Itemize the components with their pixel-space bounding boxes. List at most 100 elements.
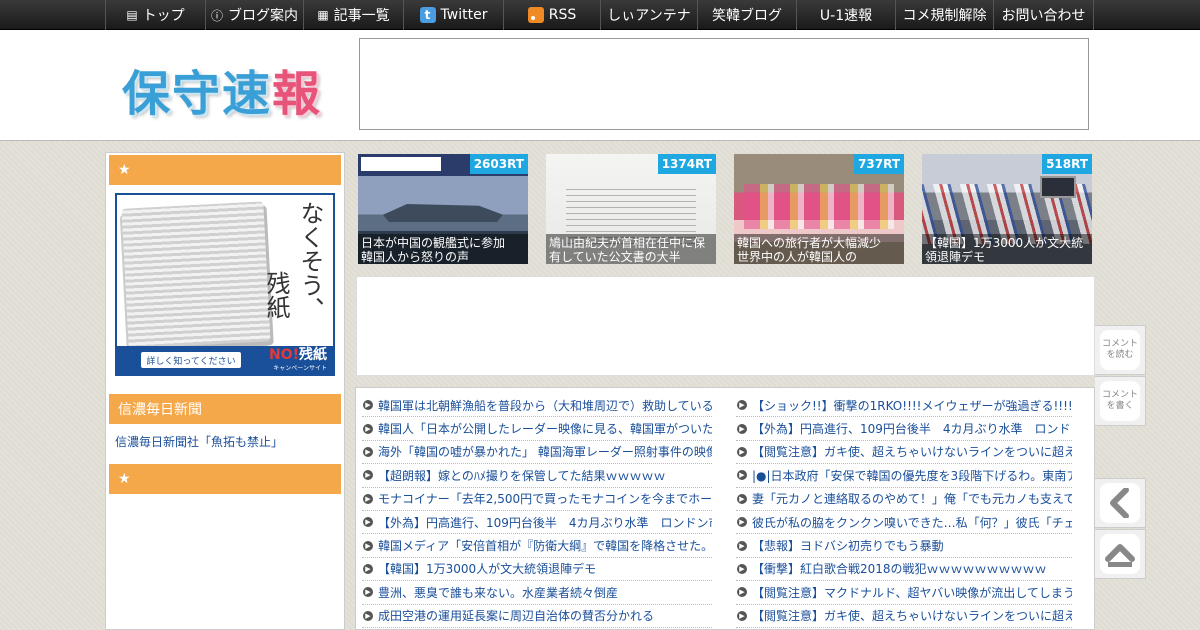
back-button[interactable]: [1095, 478, 1146, 528]
article-title: 【閲覧注意】マクドナルド、超ヤバい映像が流出してしまう・: [752, 585, 1072, 600]
nav-item-label: しぃアンテナ: [607, 8, 691, 24]
article-link[interactable]: ▶ 【ショック!!】衝撃の1RKO!!!!メイウェザーが強過ぎる!!!!!: [736, 394, 1072, 418]
list-icon: ▦: [317, 8, 329, 22]
banner-no-prefix: NO!: [268, 347, 299, 363]
sidebar-heading-star: ★: [109, 155, 341, 185]
article-title: 彼氏が私の脇をクンクン嗅いできた…私「何？」彼氏「チェッ: [752, 515, 1072, 530]
retweet-count-badge: 518RT: [1042, 154, 1092, 174]
site-header: 保守速報: [0, 30, 1200, 141]
article-link[interactable]: ▶ 【外為】円高進行、109円台後半 4カ月ぶり水準 ロンドン市: [736, 417, 1072, 441]
article-title: 【超朗報】嫁とのﾊﾒ撮りを保管してた結果ｗｗｗｗｗ: [378, 468, 666, 483]
logo-text-accent: 報: [272, 66, 323, 122]
ranking-card[interactable]: 737RT 韓国への旅行者が大幅減少 世界中の人が韓国人の: [734, 154, 904, 264]
article-title: 韓国軍は北朝鮮漁船を普段から（大和堆周辺で）救助している: [378, 398, 712, 413]
banner-cta-button[interactable]: 詳しく知ってください: [141, 352, 241, 368]
bullet-arrow-icon: ▶: [737, 540, 747, 551]
ranking-caption: 韓国への旅行者が大幅減少 世界中の人が韓国人の: [734, 234, 904, 264]
article-link[interactable]: ▶ 【外為】円高進行、109円台後半 4カ月ぶり水準 ロンドン市: [362, 511, 712, 535]
ranking-card[interactable]: 518RT 【韓国】1万3000人が文大統領退陣デモ: [922, 154, 1092, 264]
article-link[interactable]: ▶ 海外「韓国の嘘が暴かれた」 韓国海軍レーダー照射事件の映像: [362, 441, 712, 465]
bullet-arrow-icon: ▶: [737, 423, 747, 434]
write-comment-tab[interactable]: コメントを書く: [1095, 376, 1146, 426]
ranking-caption: 日本が中国の観艦式に参加 韓国人から怒りの声: [358, 234, 528, 264]
article-link[interactable]: ▶ 【閲覧注意】ガキ使、超えちゃいけないラインをついに超える: [736, 441, 1072, 465]
nav-item-1[interactable]: ⓘ ブログ案内: [206, 0, 304, 30]
banner-campaign-label: キャンペーンサイト: [273, 365, 327, 372]
article-column-left: ▶ 韓国軍は北朝鮮漁船を普段から（大和堆周辺で）救助している ▶ 韓国人「日本が公開し…: [362, 394, 712, 628]
ranking-caption: 鳩山由紀夫が首相在任中に保有していた公文書の大半: [546, 234, 716, 264]
header-ad-slot[interactable]: [359, 38, 1089, 130]
article-title: 豊洲、悪臭で誰も来ない。水産業者続々倒産: [378, 585, 619, 600]
article-link[interactable]: ▶ 【韓国】1万3000人が文大統領退陣デモ: [362, 558, 712, 582]
article-title: 海外「韓国の嘘が暴かれた」 韓国海軍レーダー照射事件の映像: [378, 445, 712, 460]
article-title: 成田空港の運用延長案に周辺自治体の賛否分かれる: [378, 609, 655, 624]
article-title: 妻「元カノと連絡取るのやめて！」俺「でも元カノも支えてや: [752, 492, 1072, 507]
article-link[interactable]: ▶ 韓国軍は北朝鮮漁船を普段から（大和堆周辺で）救助している: [362, 394, 712, 418]
bullet-arrow-icon: ▶: [363, 446, 373, 457]
nav-item-0[interactable]: ▤ トップ: [106, 0, 206, 30]
campaign-banner[interactable]: なくそう、 残紙 詳しく知ってください NO!残紙 キャンペーンサイト: [115, 193, 335, 376]
article-link[interactable]: ▶ 韓国メディア「安倍首相が『防衛大綱』で韓国を降格させた。: [362, 534, 712, 558]
article-title: 韓国メディア「安倍首相が『防衛大綱』で韓国を降格させた。: [378, 539, 712, 554]
article-title: 【韓国】1万3000人が文大統領退陣デモ: [378, 562, 597, 577]
article-link[interactable]: ▶ 韓国人「日本が公開したレーダー映像に見る、韓国軍がついた: [362, 417, 712, 441]
bullet-arrow-icon: ▶: [737, 493, 747, 504]
write-comment-label: コメントを書く: [1100, 381, 1140, 421]
nav-item-2[interactable]: ▦ 記事一覧: [304, 0, 404, 30]
sidebar-link-shinano[interactable]: 信濃毎日新聞社「魚拓も禁止」: [115, 433, 283, 450]
article-link[interactable]: ▶ 彼氏が私の脇をクンクン嗅いできた…私「何？」彼氏「チェッ: [736, 511, 1072, 535]
bullet-arrow-icon: ▶: [737, 563, 747, 574]
content-ad-slot[interactable]: [356, 276, 1095, 376]
site-logo[interactable]: 保守速報: [122, 54, 322, 124]
sidebar-heading-shinano: 信濃毎日新聞: [109, 394, 341, 424]
nav-item-label: ブログ案内: [228, 8, 298, 24]
nav-item-label: Twitter: [440, 7, 488, 23]
sidebar: ★ なくそう、 残紙 詳しく知ってください NO!残紙 キャンペーンサイト 信濃…: [105, 152, 345, 630]
read-comments-label: コメントを読む: [1100, 330, 1140, 370]
retweet-count-badge: 1374RT: [657, 154, 716, 174]
sidebar-heading-star-2: ★: [109, 464, 341, 494]
nav-item-6[interactable]: 笑韓ブログ: [698, 0, 797, 30]
nav-item-9[interactable]: お問い合わせ: [994, 0, 1094, 30]
banner-slogan: なくそう、: [296, 201, 324, 321]
nav-item-4[interactable]: RSS: [504, 0, 601, 30]
retweet-count-badge: 2603RT: [469, 154, 528, 174]
nav-item-8[interactable]: コメ規制解除: [896, 0, 994, 30]
logo-text-main: 保守速: [122, 66, 273, 122]
banner-slogan-2: 残紙: [262, 271, 290, 319]
bullet-arrow-icon: ▶: [363, 517, 373, 528]
home-icon: ▤: [126, 8, 138, 22]
nav-item-5[interactable]: しぃアンテナ: [601, 0, 698, 30]
article-link[interactable]: ▶ モナコイナー「去年2,500円で買ったモナコインを今までホール: [362, 488, 712, 511]
article-link[interactable]: ▶ |●|日本政府「安保で韓国の優先度を3段階下げるわ。東南アジア: [736, 464, 1072, 488]
nav-item-7[interactable]: U-1速報: [797, 0, 896, 30]
article-link[interactable]: ▶ 成田空港の運用延長案に周辺自治体の賛否分かれる: [362, 605, 712, 628]
scroll-top-button[interactable]: [1095, 529, 1146, 579]
ranking-caption: 【韓国】1万3000人が文大統領退陣デモ: [922, 234, 1092, 264]
ranking-card[interactable]: 1374RT 鳩山由紀夫が首相在任中に保有していた公文書の大半: [546, 154, 716, 264]
article-link[interactable]: ▶ 【衝撃】紅白歌合戦2018の戦犯ｗｗｗｗｗｗｗｗｗｗ: [736, 558, 1072, 582]
article-link[interactable]: ▶ 豊洲、悪臭で誰も来ない。水産業者続々倒産: [362, 581, 712, 605]
article-link[interactable]: ▶ 【超朗報】嫁とのﾊﾒ撮りを保管してた結果ｗｗｗｗｗ: [362, 464, 712, 488]
nav-item-label: 笑韓ブログ: [712, 8, 782, 24]
chevron-up-icon: [1100, 534, 1140, 574]
article-title: 【外為】円高進行、109円台後半 4カ月ぶり水準 ロンドン市: [752, 422, 1072, 437]
chevron-left-icon: [1100, 483, 1140, 523]
bullet-arrow-icon: ▶: [737, 517, 747, 528]
read-comments-tab[interactable]: コメントを読む: [1095, 325, 1146, 375]
nav-item-label: コメ規制解除: [902, 8, 987, 24]
article-link[interactable]: ▶ 【閲覧注意】ガキ使、超えちゃいけないラインをついに超える: [736, 605, 1072, 628]
article-title: 【外為】円高進行、109円台後半 4カ月ぶり水準 ロンドン市: [378, 515, 712, 530]
article-link[interactable]: ▶ 妻「元カノと連絡取るのやめて！」俺「でも元カノも支えてや: [736, 488, 1072, 511]
bullet-arrow-icon: ▶: [363, 540, 373, 551]
bullet-arrow-icon: ▶: [363, 563, 373, 574]
nav-item-label: 記事一覧: [333, 8, 390, 24]
article-link[interactable]: ▶ 【悲報】ヨドバシ初売りでもう暴動: [736, 534, 1072, 558]
article-link[interactable]: ▶ 【閲覧注意】マクドナルド、超ヤバい映像が流出してしまう・: [736, 581, 1072, 605]
nav-item-3[interactable]: t Twitter: [404, 0, 504, 30]
rss-icon: [527, 7, 544, 23]
nav-item-label: お問い合わせ: [1001, 8, 1086, 24]
ranking-card[interactable]: 2603RT 日本が中国の観艦式に参加 韓国人から怒りの声: [358, 154, 528, 264]
article-title: 【閲覧注意】ガキ使、超えちゃいけないラインをついに超える: [752, 445, 1072, 460]
bullet-arrow-icon: ▶: [737, 587, 747, 598]
